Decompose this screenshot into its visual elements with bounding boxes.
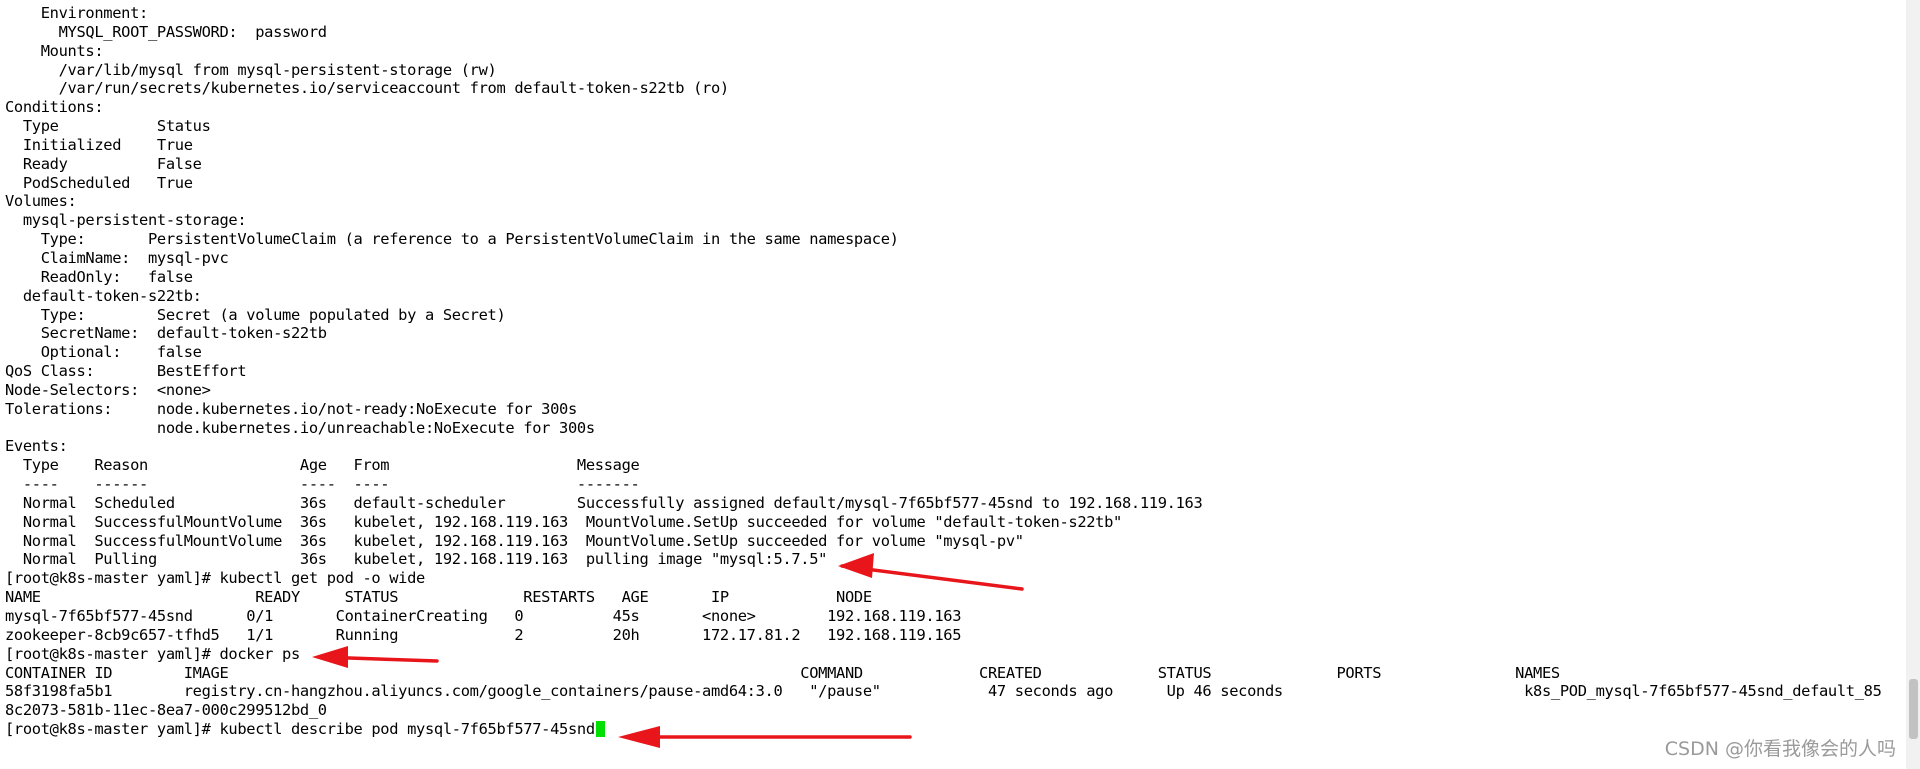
terminal-line-text: Conditions:: [5, 98, 104, 117]
terminal-line-text: Ready False: [5, 154, 202, 173]
terminal-line: Events:: [5, 437, 1882, 456]
terminal-cursor[interactable]: [595, 721, 605, 738]
terminal-line-text: Volumes:: [5, 192, 77, 211]
terminal-line-text: Type Status: [5, 117, 211, 136]
terminal-line: Tolerations: node.kubernetes.io/not-read…: [5, 400, 1882, 419]
terminal-line: Type: PersistentVolumeClaim (a reference…: [5, 230, 1882, 249]
terminal-line-text: Normal SuccessfulMountVolume 36s kubelet…: [5, 512, 1122, 531]
terminal-line: 58f3198fa5b1 registry.cn-hangzhou.aliyun…: [5, 682, 1882, 701]
terminal-line: QoS Class: BestEffort: [5, 362, 1882, 381]
terminal-line-text: PodScheduled True: [5, 173, 193, 192]
terminal-line-text: Initialized True: [5, 135, 193, 154]
terminal-line-text: NAME READY STATUS RESTARTS AGE IP NODE: [5, 588, 872, 607]
terminal-prompt-line: [root@k8s-master yaml]# kubectl describe…: [5, 720, 1882, 739]
terminal-line: Type: Secret (a volume populated by a Se…: [5, 306, 1882, 325]
terminal-line: NAME READY STATUS RESTARTS AGE IP NODE: [5, 588, 1882, 607]
vertical-scrollbar[interactable]: [1906, 0, 1920, 769]
terminal-line: Normal Pulling 36s kubelet, 192.168.119.…: [5, 550, 1882, 569]
terminal-line: default-token-s22tb:: [5, 287, 1882, 306]
terminal-line: /var/run/secrets/kubernetes.io/serviceac…: [5, 79, 1882, 98]
terminal-line: Ready False: [5, 155, 1882, 174]
terminal-line-text: zookeeper-8cb9c657-tfhd5 1/1 Running 2 2…: [5, 625, 962, 644]
terminal-line: SecretName: default-token-s22tb: [5, 324, 1882, 343]
terminal-line: Initialized True: [5, 136, 1882, 155]
terminal-line: /var/lib/mysql from mysql-persistent-sto…: [5, 61, 1882, 80]
terminal-line-text: MYSQL_ROOT_PASSWORD: password: [5, 22, 327, 41]
terminal-output: Environment: MYSQL_ROOT_PASSWORD: passwo…: [5, 4, 1882, 739]
terminal-line: Conditions:: [5, 98, 1882, 117]
terminal-line: node.kubernetes.io/unreachable:NoExecute…: [5, 419, 1882, 438]
terminal-line-text: SecretName: default-token-s22tb: [5, 324, 327, 343]
terminal-line: Normal Scheduled 36s default-scheduler S…: [5, 494, 1882, 513]
terminal-line-text: [root@k8s-master yaml]# kubectl get pod …: [5, 569, 425, 588]
terminal-line-text: default-token-s22tb:: [5, 286, 202, 305]
terminal-line-text: ReadOnly: false: [5, 267, 193, 286]
terminal-line-text: CONTAINER ID IMAGE COMMAND CREATED STATU…: [5, 663, 1560, 682]
terminal-line: MYSQL_ROOT_PASSWORD: password: [5, 23, 1882, 42]
terminal-line-text: Node-Selectors: <none>: [5, 380, 211, 399]
terminal-line: [root@k8s-master yaml]# kubectl get pod …: [5, 569, 1882, 588]
terminal-line-text: [root@k8s-master yaml]# kubectl describe…: [5, 720, 595, 739]
terminal-line: PodScheduled True: [5, 174, 1882, 193]
terminal-line-text: [root@k8s-master yaml]# docker ps: [5, 644, 300, 663]
csdn-watermark: CSDN @你看我像会的人吗: [1664, 738, 1896, 760]
terminal-line: Normal SuccessfulMountVolume 36s kubelet…: [5, 532, 1882, 551]
terminal-line: Mounts:: [5, 42, 1882, 61]
terminal-line-text: node.kubernetes.io/unreachable:NoExecute…: [5, 418, 595, 437]
terminal-line-text: Tolerations: node.kubernetes.io/not-read…: [5, 399, 577, 418]
terminal-line-text: QoS Class: BestEffort: [5, 362, 247, 381]
terminal-line-text: Optional: false: [5, 343, 202, 362]
terminal-line-text: Normal SuccessfulMountVolume 36s kubelet…: [5, 531, 1024, 550]
terminal-line: CONTAINER ID IMAGE COMMAND CREATED STATU…: [5, 664, 1882, 683]
terminal-line: Optional: false: [5, 343, 1882, 362]
terminal-line-text: 8c2073-581b-11ec-8ea7-000c299512bd_0: [5, 701, 327, 720]
terminal-line: Environment:: [5, 4, 1882, 23]
terminal-line-text: Mounts:: [5, 41, 104, 60]
terminal-line: ---- ------ ---- ---- -------: [5, 475, 1882, 494]
terminal-line: Normal SuccessfulMountVolume 36s kubelet…: [5, 513, 1882, 532]
terminal-line-text: /var/run/secrets/kubernetes.io/serviceac…: [5, 79, 730, 98]
terminal-line-text: Events:: [5, 437, 68, 456]
terminal-line: mysql-7f65bf577-45snd 0/1 ContainerCreat…: [5, 607, 1882, 626]
terminal-line-text: Type: PersistentVolumeClaim (a reference…: [5, 230, 899, 249]
terminal-line-text: mysql-persistent-storage:: [5, 211, 247, 230]
terminal-line: zookeeper-8cb9c657-tfhd5 1/1 Running 2 2…: [5, 626, 1882, 645]
terminal-line-text: Type: Secret (a volume populated by a Se…: [5, 305, 506, 324]
terminal-line-text: Type Reason Age From Message: [5, 456, 640, 475]
terminal-line: Type Reason Age From Message: [5, 456, 1882, 475]
terminal-line: ClaimName: mysql-pvc: [5, 249, 1882, 268]
terminal-line-text: Environment:: [5, 4, 149, 22]
terminal-line-text: Normal Pulling 36s kubelet, 192.168.119.…: [5, 550, 828, 569]
terminal-line-text: ClaimName: mysql-pvc: [5, 248, 229, 267]
scrollbar-thumb[interactable]: [1909, 679, 1918, 739]
terminal-line: mysql-persistent-storage:: [5, 211, 1882, 230]
terminal-line-text: ---- ------ ---- ---- -------: [5, 475, 640, 494]
terminal-line: ReadOnly: false: [5, 268, 1882, 287]
terminal-line: 8c2073-581b-11ec-8ea7-000c299512bd_0: [5, 701, 1882, 720]
terminal-line-text: 58f3198fa5b1 registry.cn-hangzhou.aliyun…: [5, 682, 1882, 701]
terminal-window[interactable]: Environment: MYSQL_ROOT_PASSWORD: passwo…: [0, 0, 1906, 769]
terminal-line-text: Normal Scheduled 36s default-scheduler S…: [5, 493, 1203, 512]
terminal-line: [root@k8s-master yaml]# docker ps: [5, 645, 1882, 664]
terminal-line: Node-Selectors: <none>: [5, 381, 1882, 400]
terminal-line-text: /var/lib/mysql from mysql-persistent-sto…: [5, 60, 497, 79]
terminal-line-text: mysql-7f65bf577-45snd 0/1 ContainerCreat…: [5, 607, 962, 625]
terminal-line: Volumes:: [5, 192, 1882, 211]
terminal-line: Type Status: [5, 117, 1882, 136]
